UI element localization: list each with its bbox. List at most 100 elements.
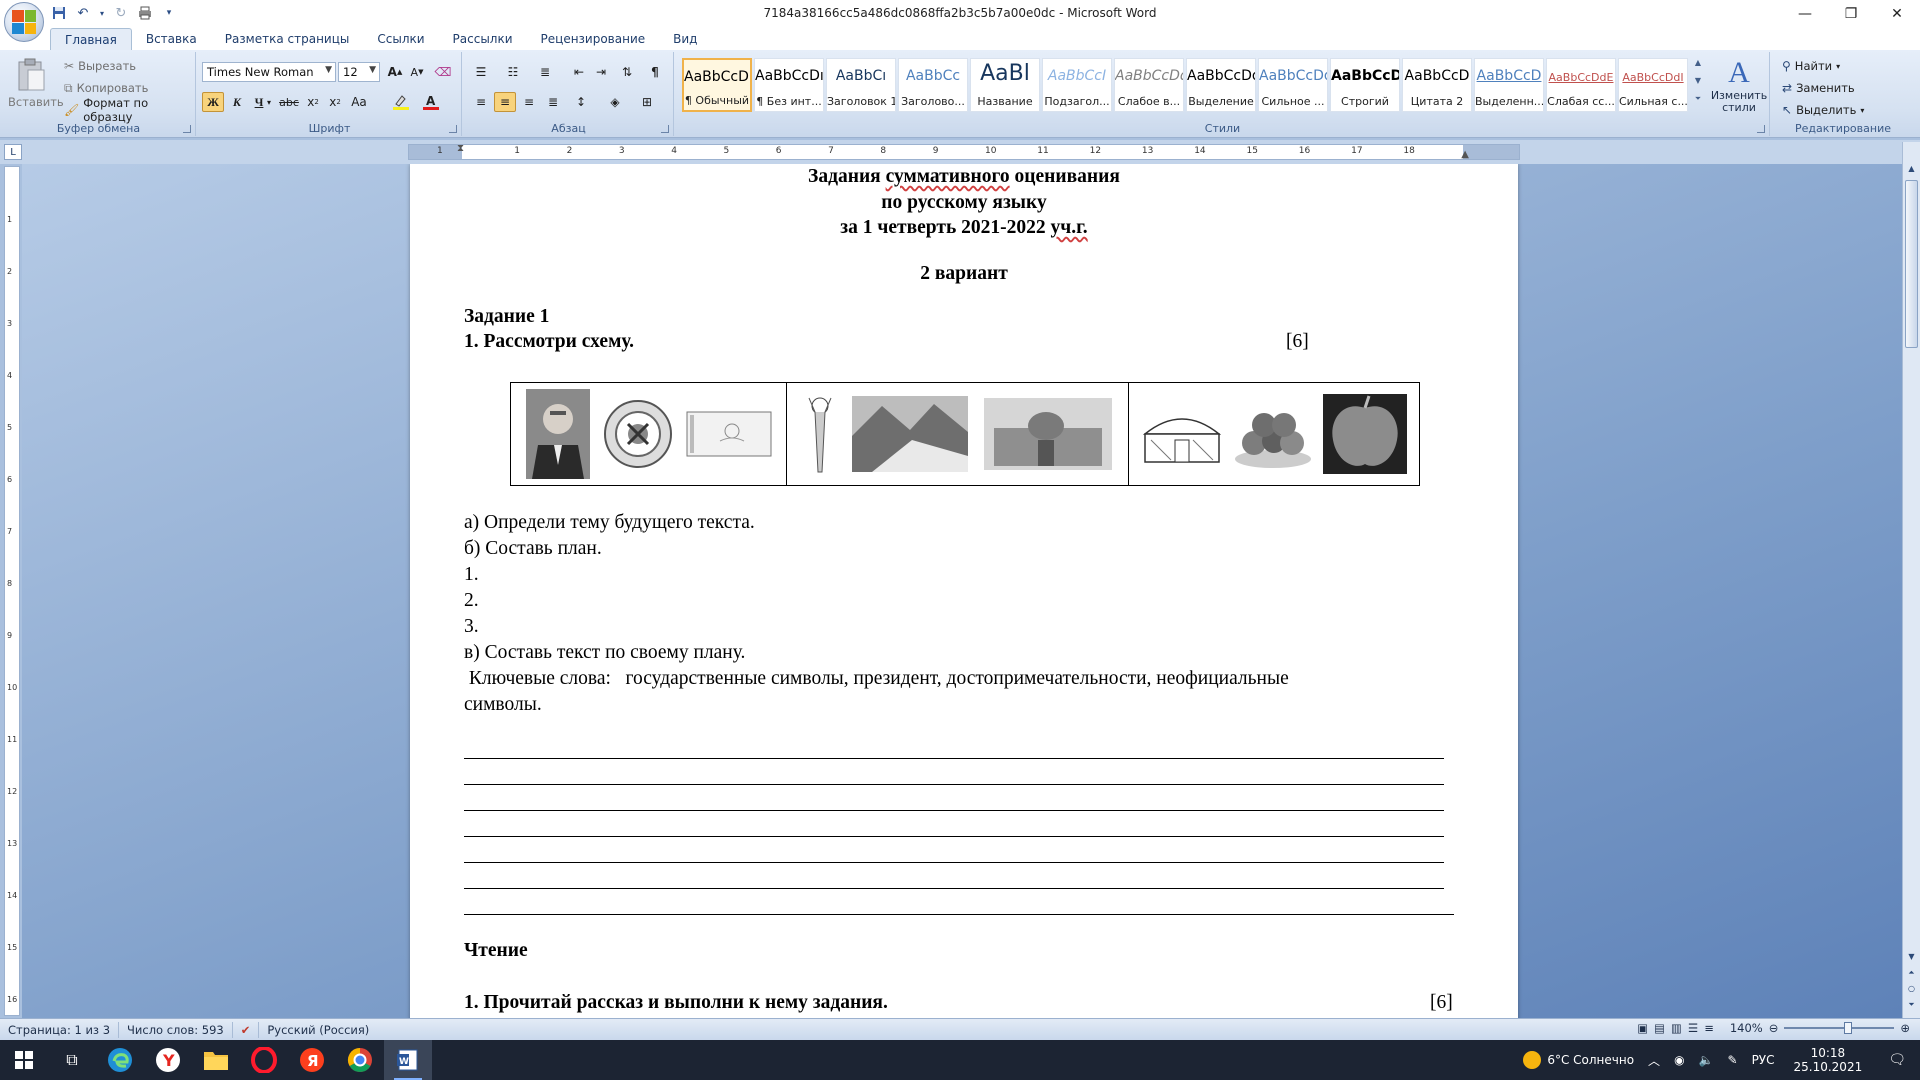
style-tile[interactable]: AaBbCcDdI Слабое в... [1114,58,1184,112]
clock[interactable]: 10:18 25.10.2021 [1782,1046,1875,1074]
font-color-icon[interactable]: A [420,92,442,112]
style-tile[interactable]: AaBbCcD Выделенн... [1474,58,1544,112]
paragraph-launcher-icon[interactable] [661,125,669,133]
scroll-thumb[interactable] [1905,180,1918,348]
style-tile[interactable]: AaBbCc Заголово... [898,58,968,112]
yandex-app-icon[interactable]: Я [288,1040,336,1080]
italic-button[interactable]: К [226,92,248,112]
task-view-icon[interactable]: ⧉ [48,1040,96,1080]
vertical-scrollbar[interactable]: ▲ ▼ ⏶ ○ ⏷ [1902,142,1920,1018]
bullets-icon[interactable]: ☰ [470,62,492,82]
styles-launcher-icon[interactable] [1757,125,1765,133]
page-count[interactable]: Страница: 1 из 3 [0,1021,120,1038]
close-button[interactable]: ✕ [1874,0,1920,28]
notifications-icon[interactable]: 🗨 [1874,1052,1920,1068]
sort-icon[interactable]: ⇅ [616,62,638,82]
chrome-browser-icon[interactable] [336,1040,384,1080]
opera-browser-icon[interactable] [240,1040,288,1080]
copy-button[interactable]: ⧉ Копировать [64,78,148,98]
office-button[interactable] [4,2,44,42]
word-count[interactable]: Число слов: 593 [119,1021,233,1038]
align-center-icon[interactable]: ≡ [494,92,516,112]
horizontal-ruler[interactable]: 1 1 2 3 4 5 6 7 8 9 10 11 12 13 14 15 16 17 18 ⧗ ▲ [408,143,1520,160]
align-right-icon[interactable]: ≡ [518,92,540,112]
change-styles-button[interactable]: A Изменить стили [1710,56,1768,122]
document-page[interactable]: Задания суммативного оценивания по русск… [410,164,1518,1018]
vertical-ruler[interactable]: 1 2 3 4 5 6 7 8 9 10 11 12 13 14 15 16 [4,166,20,1016]
undo-dropdown-icon[interactable]: ▾ [98,4,106,22]
save-icon[interactable] [50,4,68,22]
web-layout-view-icon[interactable]: ▥ [1671,1021,1682,1035]
print-icon[interactable] [136,4,154,22]
subscript-button[interactable]: x2 [302,92,324,112]
outline-view-icon[interactable]: ☰ [1688,1021,1698,1035]
paste-button[interactable]: Вставить [8,56,64,118]
restore-button[interactable]: ❐ [1828,0,1874,28]
font-launcher-icon[interactable] [449,125,457,133]
replace-button[interactable]: ⇄ Заменить [1782,78,1855,98]
file-explorer-icon[interactable] [192,1040,240,1080]
cut-button[interactable]: ✂ Вырезать [64,56,136,76]
decrease-indent-icon[interactable]: ⇤ [568,62,590,82]
style-tile[interactable]: AaBbCcDdI Выделение [1186,58,1256,112]
tab-page-layout[interactable]: Разметка страницы [211,28,364,50]
styles-scroll-down-icon[interactable]: ▼ [1692,76,1704,92]
numbering-icon[interactable]: ☷ [502,62,524,82]
network-icon[interactable]: ◉ [1667,1053,1691,1067]
change-case-icon[interactable]: Aa [348,92,370,112]
grow-font-icon[interactable]: A ▲ [384,62,406,82]
draft-view-icon[interactable]: ≡ [1704,1021,1714,1035]
highlight-color-icon[interactable] [390,92,412,112]
bold-button[interactable]: Ж [202,92,224,112]
undo-icon[interactable]: ↶ [74,4,92,22]
tab-home[interactable]: Главная [50,28,132,50]
volume-icon[interactable]: 🔈 [1692,1053,1721,1067]
style-tile[interactable]: AaBbCcDı ¶ Обычный [682,58,752,112]
find-button[interactable]: ⚲ Найти ▾ [1782,56,1840,76]
tab-insert[interactable]: Вставка [132,28,211,50]
start-button[interactable] [0,1040,48,1080]
indent-marker-icon[interactable]: ⧗ [457,143,464,154]
superscript-button[interactable]: x2 [324,92,346,112]
full-screen-view-icon[interactable]: ▤ [1654,1021,1665,1035]
tab-review[interactable]: Рецензирование [527,28,660,50]
input-language[interactable]: РУС [1745,1053,1782,1067]
clipboard-launcher-icon[interactable] [183,125,191,133]
zoom-slider-knob[interactable] [1844,1022,1853,1034]
style-tile[interactable]: AaBbCcDı ¶ Без инт... [754,58,824,112]
tab-mailings[interactable]: Рассылки [439,28,527,50]
style-tile[interactable]: AaBbCcD Цитата 2 [1402,58,1472,112]
previous-page-icon[interactable]: ⏶ [1905,966,1918,979]
redo-icon[interactable]: ↻ [112,4,130,22]
multilevel-list-icon[interactable]: ≣ [534,62,556,82]
scroll-up-icon[interactable]: ▲ [1905,162,1918,175]
show-hidden-icons-icon[interactable]: ︿ [1641,1052,1667,1069]
style-tile[interactable]: AaBbCcI Подзагол... [1042,58,1112,112]
tab-stop-selector[interactable]: L [4,144,22,160]
style-tile[interactable]: AaBl Название [970,58,1040,112]
right-indent-marker-icon[interactable]: ▲ [1461,149,1469,160]
strikethrough-button[interactable]: abc [278,92,300,112]
style-tile[interactable]: AaBbCı Заголовок 1 [826,58,896,112]
style-tile[interactable]: AaBbCcDdI Сильная с... [1618,58,1688,112]
justify-icon[interactable]: ≣ [542,92,564,112]
yandex-browser-icon[interactable]: Y [144,1040,192,1080]
style-tile[interactable]: AaBbCcDdE Строгий [1330,58,1400,112]
minimize-button[interactable]: — [1782,0,1828,28]
tab-references[interactable]: Ссылки [363,28,438,50]
print-layout-view-icon[interactable]: ▣ [1637,1021,1648,1035]
underline-dropdown-icon[interactable]: ▾ [264,92,274,112]
pen-icon[interactable]: ✎ [1721,1053,1745,1067]
proofing-icon[interactable]: ✔ [233,1021,260,1038]
customize-qat-icon[interactable]: ▾ [160,4,178,22]
font-family-combo[interactable]: Times New Roman ▼ [202,62,336,82]
styles-scroll-up-icon[interactable]: ▲ [1692,58,1704,74]
weather-widget[interactable]: 6°C Солнечно [1516,1051,1641,1069]
font-size-combo[interactable]: 12 ▼ [338,62,380,82]
tab-view[interactable]: Вид [659,28,711,50]
language-status[interactable]: Русский (Россия) [259,1022,377,1038]
zoom-out-icon[interactable]: ⊖ [1769,1021,1779,1035]
shrink-font-icon[interactable]: A ▼ [406,62,428,82]
edge-browser-icon[interactable] [96,1040,144,1080]
browse-object-icon[interactable]: ○ [1905,982,1918,995]
